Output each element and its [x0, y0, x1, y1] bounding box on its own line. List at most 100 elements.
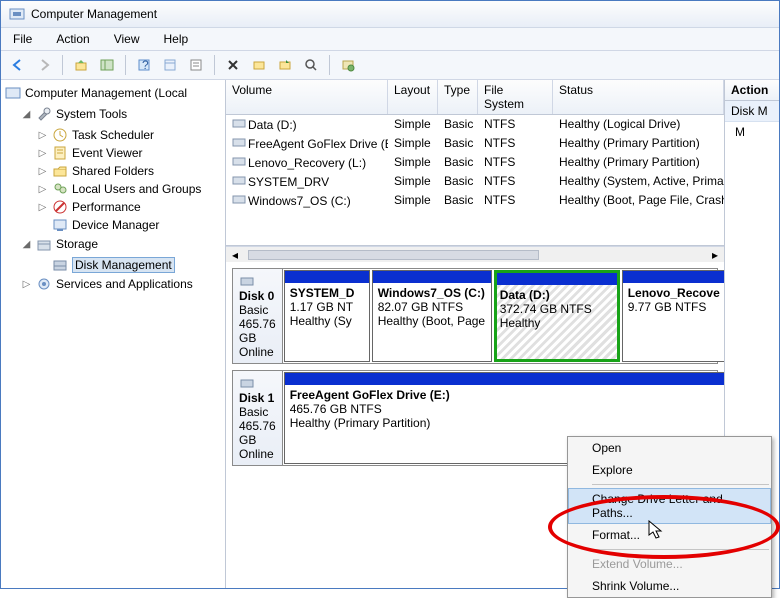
- tree-item[interactable]: ▷Event Viewer: [37, 144, 225, 162]
- ctx-shrink-volume[interactable]: Shrink Volume...: [568, 575, 771, 597]
- collapse-icon[interactable]: ◢: [21, 239, 32, 250]
- show-hide-tree-button[interactable]: [96, 54, 118, 76]
- volume-type: Basic: [438, 135, 478, 152]
- volume-row[interactable]: Lenovo_Recovery (L:)SimpleBasicNTFSHealt…: [226, 153, 724, 172]
- tree-item-icon: [52, 145, 68, 161]
- disk-partitions: SYSTEM_D1.17 GB NTHealthy (SyWindows7_OS…: [283, 269, 724, 363]
- menu-file[interactable]: File: [9, 30, 36, 48]
- expand-icon[interactable]: ▷: [37, 184, 48, 195]
- toolbar-separator: [125, 55, 126, 75]
- tree-item-label: Local Users and Groups: [72, 182, 201, 196]
- refresh-button[interactable]: [159, 54, 181, 76]
- scroll-left-icon[interactable]: ◂: [232, 248, 238, 262]
- actions-sub2[interactable]: M: [725, 122, 779, 142]
- menu-help[interactable]: Help: [160, 30, 193, 48]
- menubar: File Action View Help: [1, 28, 779, 51]
- expand-icon[interactable]: ▷: [21, 279, 32, 290]
- expand-icon[interactable]: ▷: [37, 148, 48, 159]
- help-button[interactable]: ?: [133, 54, 155, 76]
- disk-size: 465.76 GB: [239, 419, 276, 447]
- volume-name: Lenovo_Recovery (L:): [248, 156, 366, 170]
- window-title-text: Computer Management: [31, 7, 157, 21]
- volume-fs: NTFS: [478, 154, 553, 171]
- volume-name: Data (D:): [248, 118, 297, 132]
- ctx-format[interactable]: Format...: [568, 524, 771, 546]
- disk-info[interactable]: Disk 1Basic465.76 GBOnline: [233, 371, 283, 465]
- volume-fs: NTFS: [478, 135, 553, 152]
- actions-sub1[interactable]: Disk M: [725, 101, 779, 122]
- volume-row[interactable]: FreeAgent GoFlex Drive (E:)SimpleBasicNT…: [226, 134, 724, 153]
- expand-icon[interactable]: ▷: [37, 166, 48, 177]
- ctx-explore[interactable]: Explore: [568, 459, 771, 481]
- settings-button[interactable]: [248, 54, 270, 76]
- partition-status: Healthy (Primary Partition): [290, 416, 724, 430]
- horizontal-scrollbar[interactable]: ◂ ▸: [226, 246, 724, 262]
- menu-view[interactable]: View: [110, 30, 144, 48]
- volume-row[interactable]: Windows7_OS (C:)SimpleBasicNTFSHealthy (…: [226, 191, 724, 210]
- partition-title: Lenovo_Recove: [628, 286, 724, 300]
- delete-button[interactable]: [222, 54, 244, 76]
- tree-system-tools[interactable]: ◢ System Tools ▷Task Scheduler▷Event Vie…: [21, 105, 225, 235]
- tree-root[interactable]: Computer Management (Local ◢ System Tool…: [5, 84, 225, 294]
- find-button[interactable]: [300, 54, 322, 76]
- tree-item-icon: [52, 127, 68, 143]
- partition[interactable]: Windows7_OS (C:)82.07 GB NTFSHealthy (Bo…: [372, 270, 492, 362]
- up-button[interactable]: [70, 54, 92, 76]
- properties-button[interactable]: [185, 54, 207, 76]
- volume-row[interactable]: Data (D:)SimpleBasicNTFSHealthy (Logical…: [226, 115, 724, 134]
- col-volume[interactable]: Volume: [226, 80, 388, 114]
- tree-item-icon: [52, 163, 68, 179]
- tree-storage[interactable]: ◢ Storage Disk Management: [21, 235, 225, 275]
- back-button[interactable]: [7, 54, 29, 76]
- tree-item[interactable]: ▷ Local Users and Groups: [37, 180, 225, 198]
- col-layout[interactable]: Layout: [388, 80, 438, 114]
- ctx-open[interactable]: Open: [568, 437, 771, 459]
- collapse-icon[interactable]: ◢: [21, 109, 32, 120]
- volume-status: Healthy (Logical Drive): [553, 116, 724, 133]
- col-type[interactable]: Type: [438, 80, 478, 114]
- app-icon: [9, 6, 25, 22]
- tree-item[interactable]: Device Manager: [37, 216, 225, 234]
- partition[interactable]: SYSTEM_D1.17 GB NTHealthy (Sy: [284, 270, 370, 362]
- partition-status: Healthy: [500, 316, 614, 330]
- volume-icon: [232, 155, 248, 170]
- tree-item-icon: [52, 217, 68, 233]
- action-button[interactable]: [337, 54, 359, 76]
- volume-name: Windows7_OS (C:): [248, 194, 351, 208]
- expand-icon[interactable]: ▷: [37, 130, 48, 141]
- expand-icon[interactable]: ▷: [37, 202, 48, 213]
- menu-action[interactable]: Action: [52, 30, 93, 48]
- context-menu: Open Explore Change Drive Letter and Pat…: [567, 436, 772, 598]
- scrollbar-thumb[interactable]: [248, 250, 540, 260]
- ctx-change-drive-letter[interactable]: Change Drive Letter and Paths...: [568, 488, 771, 524]
- volume-layout: Simple: [388, 135, 438, 152]
- tree-item-label: Shared Folders: [72, 164, 154, 178]
- tree-item[interactable]: ▷ Shared Folders: [37, 162, 225, 180]
- volume-icon: [232, 174, 248, 189]
- tree-item[interactable]: ▷Performance: [37, 198, 225, 216]
- tree-item[interactable]: ▷Task Scheduler: [37, 126, 225, 144]
- system-tools-label: System Tools: [56, 107, 127, 121]
- volume-row[interactable]: SYSTEM_DRVSimpleBasicNTFSHealthy (System…: [226, 172, 724, 191]
- tree-services[interactable]: ▷ Services and Applications: [21, 275, 225, 293]
- tree-disk-mgmt[interactable]: Disk Management: [37, 256, 225, 274]
- partition-title: SYSTEM_D: [290, 286, 364, 300]
- col-status[interactable]: Status: [553, 80, 724, 114]
- col-fs[interactable]: File System: [478, 80, 553, 114]
- export-button[interactable]: [274, 54, 296, 76]
- disk-info[interactable]: Disk 0Basic465.76 GBOnline: [233, 269, 283, 363]
- forward-button[interactable]: [33, 54, 55, 76]
- volume-list: Volume Layout Type File System Status Da…: [226, 80, 724, 246]
- menu-separator: [592, 484, 769, 485]
- partition[interactable]: Data (D:)372.74 GB NTFSHealthy: [494, 270, 620, 362]
- partition-status: Healthy (Sy: [290, 314, 364, 328]
- toolbar-separator: [62, 55, 63, 75]
- disk-size: 465.76 GB: [239, 317, 276, 345]
- partition-size: 82.07 GB NTFS: [378, 300, 486, 314]
- partition[interactable]: Lenovo_Recove9.77 GB NTFS: [622, 270, 724, 362]
- scroll-right-icon[interactable]: ▸: [712, 248, 718, 262]
- volume-type: Basic: [438, 173, 478, 190]
- volume-status: Healthy (Boot, Page File, Crash Dump,: [553, 192, 724, 209]
- volume-icon: [232, 117, 248, 132]
- volume-layout: Simple: [388, 116, 438, 133]
